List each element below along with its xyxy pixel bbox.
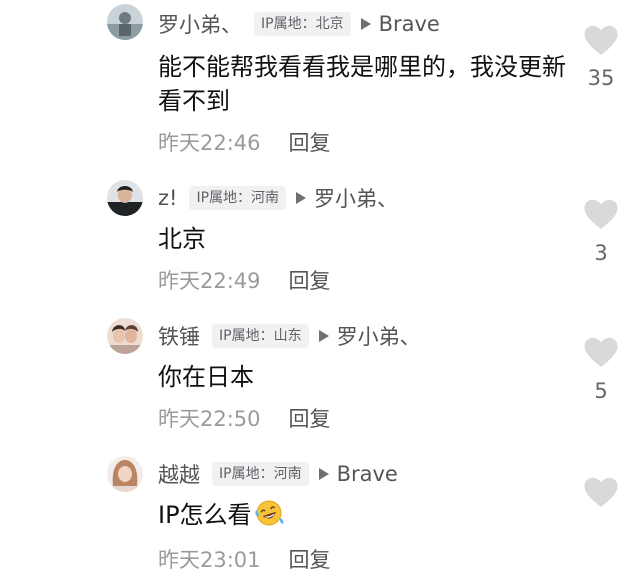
like-button[interactable] xyxy=(583,198,619,234)
comment-meta: 昨天23:01 回复 xyxy=(158,544,331,574)
comment-header: z! IP属地：河南 罗小弟、 xyxy=(158,182,398,214)
like-count: 3 xyxy=(594,241,608,265)
triangle-right-icon xyxy=(318,468,329,480)
avatar[interactable] xyxy=(107,318,143,354)
comment-text-row: IP怎么看 xyxy=(158,498,573,532)
reply-button[interactable]: 回复 xyxy=(289,127,331,157)
like-button[interactable] xyxy=(583,24,619,60)
reply-button[interactable]: 回复 xyxy=(289,403,331,433)
avatar[interactable] xyxy=(107,180,143,216)
heart-icon xyxy=(584,25,618,55)
reply-button[interactable]: 回复 xyxy=(289,265,331,295)
ip-location-badge: IP属地：山东 xyxy=(212,324,309,348)
timestamp: 昨天22:50 xyxy=(158,407,261,431)
triangle-right-icon xyxy=(360,18,371,30)
ip-location-badge: IP属地：北京 xyxy=(254,12,351,36)
timestamp: 昨天22:46 xyxy=(158,131,261,155)
reply-to-name[interactable]: 罗小弟、 xyxy=(337,321,421,351)
author-name[interactable]: 铁锤 xyxy=(158,321,200,351)
laughing-tears-emoji xyxy=(254,500,283,526)
like-button[interactable] xyxy=(583,476,619,512)
triangle-right-icon xyxy=(318,330,329,342)
comment-header: 铁锤 IP属地：山东 罗小弟、 xyxy=(158,320,421,352)
comment-text: 北京 xyxy=(158,225,206,253)
like-button[interactable] xyxy=(583,336,619,372)
timestamp: 昨天23:01 xyxy=(158,548,261,572)
comment-meta: 昨天22:46 回复 xyxy=(158,127,331,157)
reply-to-name[interactable]: 罗小弟、 xyxy=(314,183,398,213)
comment-text: IP怎么看 xyxy=(158,501,252,529)
reply-to-name[interactable]: Brave xyxy=(337,462,398,486)
triangle-right-icon xyxy=(296,192,307,204)
avatar[interactable] xyxy=(107,456,143,492)
ip-location-badge: IP属地：河南 xyxy=(189,186,287,210)
heart-icon xyxy=(584,337,618,367)
comment-text: 能不能帮我看看我是哪里的，我没更新看不到 xyxy=(158,53,566,115)
author-name[interactable]: 越越 xyxy=(158,459,200,489)
ip-location-badge: IP属地：河南 xyxy=(212,462,309,486)
heart-icon xyxy=(584,199,618,229)
avatar[interactable] xyxy=(107,4,143,40)
heart-icon xyxy=(584,477,618,507)
comment-meta: 昨天22:50 回复 xyxy=(158,403,331,433)
reply-to-name[interactable]: Brave xyxy=(379,12,440,36)
author-name[interactable]: 罗小弟、 xyxy=(158,9,242,39)
comment-header: 越越 IP属地：河南 Brave xyxy=(158,458,398,490)
comment-meta: 昨天22:49 回复 xyxy=(158,265,331,295)
reply-button[interactable]: 回复 xyxy=(289,544,331,574)
timestamp: 昨天22:49 xyxy=(158,269,261,293)
author-name[interactable]: z! xyxy=(158,186,177,210)
like-count: 5 xyxy=(594,379,608,403)
comment-header: 罗小弟、 IP属地：北京 Brave xyxy=(158,8,440,40)
like-count: 35 xyxy=(587,66,615,90)
comment-text: 你在日本 xyxy=(158,363,254,391)
